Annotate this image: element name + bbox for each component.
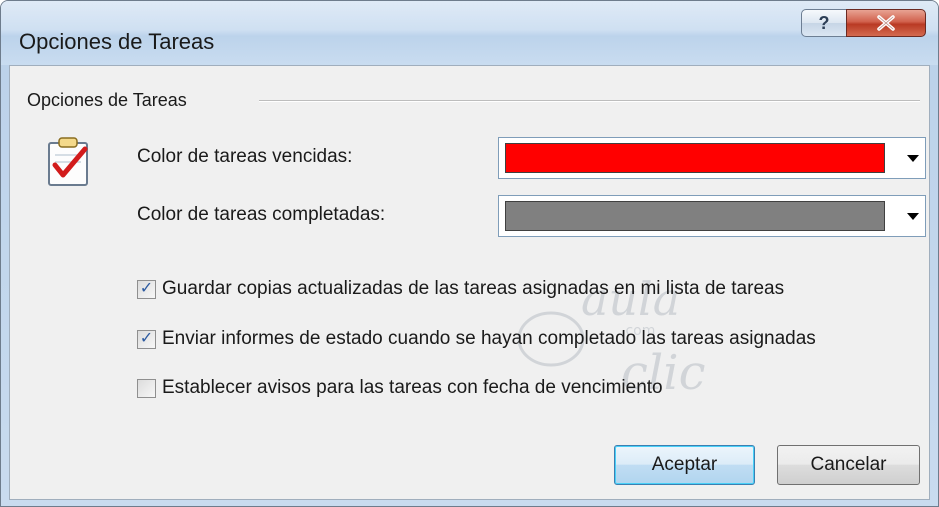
checkbox-save-copies[interactable]: ✓ [137,279,156,299]
cancel-button[interactable]: Cancelar [777,445,920,485]
option-label[interactable]: Enviar informes de estado cuando se haya… [162,328,816,350]
close-x-icon [877,15,895,31]
check-icon: ✓ [139,280,154,297]
option-label[interactable]: Guardar copias actualizadas de las tarea… [162,278,784,300]
help-icon: ? [818,12,830,33]
check-icon: ✓ [139,330,154,347]
option-send-reports[interactable]: ✓ Enviar informes de estado cuando se ha… [137,328,816,350]
help-button[interactable]: ? [801,9,847,37]
option-save-copies[interactable]: ✓ Guardar copias actualizadas de las tar… [137,278,784,300]
overdue-color-select[interactable] [498,137,926,179]
window-title: Opciones de Tareas [19,29,215,54]
accept-button[interactable]: Aceptar [614,445,755,485]
group-label: Opciones de Tareas [27,90,187,110]
completed-color-select[interactable] [498,195,926,237]
title-bar[interactable]: Opciones de Tareas ? [1,1,938,65]
completed-color-swatch [505,201,885,231]
overdue-color-label: Color de tareas vencidas: [137,146,353,167]
dropdown-arrow-icon[interactable] [907,213,919,220]
close-button[interactable] [846,9,926,37]
option-set-reminders[interactable]: Establecer avisos para las tareas con fe… [137,377,663,399]
dropdown-arrow-icon[interactable] [907,155,919,162]
option-label[interactable]: Establecer avisos para las tareas con fe… [162,377,663,399]
completed-color-label: Color de tareas completadas: [137,204,386,225]
overdue-color-swatch [505,143,885,173]
checkbox-send-reports[interactable]: ✓ [137,329,156,349]
task-options-dialog: Opciones de Tareas ? Opciones de Tareas … [0,0,939,507]
checkbox-set-reminders[interactable] [137,378,156,398]
task-clipboard-icon [48,137,88,186]
group-divider [259,100,920,102]
